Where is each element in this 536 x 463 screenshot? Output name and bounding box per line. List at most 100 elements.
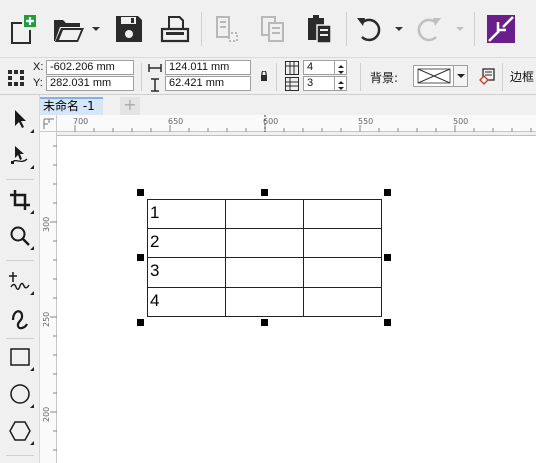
columns-input[interactable]: 4 <box>303 60 335 75</box>
y-position-label: Y: <box>33 77 43 89</box>
table-cell-text[interactable]: 1 <box>150 203 159 223</box>
print-button[interactable] <box>158 10 192 48</box>
save-button[interactable] <box>112 10 146 48</box>
selection-handle-bottom-left[interactable] <box>137 319 144 326</box>
redo-button[interactable] <box>412 10 446 48</box>
artistic-media-icon <box>11 310 28 330</box>
cut-button[interactable] <box>210 10 244 48</box>
width-icon <box>148 64 162 72</box>
flyout-indicator-icon <box>30 129 34 133</box>
rectangle-tool[interactable] <box>4 341 36 373</box>
ruler-number: 650 <box>168 117 184 126</box>
folder-open-icon <box>54 20 84 42</box>
toolbox-separator <box>6 179 34 180</box>
zoom-tool[interactable] <box>4 220 36 252</box>
toolbar-separator <box>201 12 202 46</box>
table-cell-text[interactable]: 4 <box>150 291 159 311</box>
selection-handle-right[interactable] <box>384 254 391 261</box>
lock-ratio-icon[interactable] <box>260 71 268 81</box>
cut-icon <box>216 16 238 42</box>
chevron-down-icon <box>457 74 465 78</box>
main-toolbar <box>0 0 536 58</box>
crop-tool[interactable] <box>4 184 36 216</box>
object-origin-icon[interactable] <box>8 70 24 86</box>
drawing-canvas[interactable]: 1 2 3 4 <box>57 133 536 463</box>
property-separator <box>276 63 277 91</box>
rows-spinner[interactable] <box>335 76 347 91</box>
shape-tool[interactable] <box>4 139 36 171</box>
selection-handle-top-left[interactable] <box>137 189 144 196</box>
new-document-icon <box>11 15 36 44</box>
horizontal-ruler[interactable]: 700 650 600 550 500 <box>40 115 536 132</box>
corel-app-window: X: -602.206 mm Y: 282.031 mm 124.011 mm … <box>0 0 536 463</box>
crop-icon <box>10 190 30 210</box>
copy-button[interactable] <box>256 10 290 48</box>
undo-dropdown-arrow-icon[interactable] <box>395 27 403 31</box>
flyout-indicator-icon <box>30 165 34 169</box>
redo-dropdown-arrow-icon[interactable] <box>456 27 464 31</box>
edit-fill-icon[interactable] <box>478 68 496 86</box>
freehand-pen-icon <box>9 272 30 290</box>
x-position-input[interactable]: -602.206 mm <box>46 60 134 75</box>
border-label: 边框 <box>510 70 535 84</box>
selection-handle-left[interactable] <box>137 254 144 261</box>
document-tab[interactable]: 未命名 -1 <box>40 97 103 115</box>
ruler-number: 600 <box>263 117 279 126</box>
ruler-number: 700 <box>73 117 89 126</box>
flyout-indicator-icon <box>30 404 34 408</box>
toolbox-separator <box>6 260 34 261</box>
table-columns-icon <box>285 61 299 75</box>
property-separator <box>141 63 142 91</box>
selection-handle-top[interactable] <box>261 189 268 196</box>
rows-input[interactable]: 3 <box>303 76 335 91</box>
toolbox-separator <box>6 455 34 456</box>
background-label: 背景: <box>370 71 399 85</box>
toolbox-separator <box>6 338 34 339</box>
document-tab-bar: 未命名 -1 + <box>40 95 536 115</box>
background-dropdown-arrow[interactable] <box>453 66 467 86</box>
no-fill-swatch-icon <box>417 68 451 84</box>
new-document-button[interactable] <box>6 10 40 48</box>
artistic-media-tool[interactable] <box>4 302 36 334</box>
pick-tool[interactable] <box>4 103 36 135</box>
flyout-indicator-icon <box>30 246 34 250</box>
flyout-indicator-icon <box>30 367 34 371</box>
table-cell-text[interactable]: 3 <box>150 261 159 281</box>
ruler-number: 550 <box>358 117 374 126</box>
import-arrows-icon <box>487 15 515 43</box>
property-separator <box>360 63 361 91</box>
height-icon <box>151 78 159 92</box>
selection-handle-bottom-right[interactable] <box>384 319 391 326</box>
selection-handle-top-right[interactable] <box>384 189 391 196</box>
open-dropdown-arrow-icon[interactable] <box>92 27 100 31</box>
new-tab-button[interactable]: + <box>120 97 140 115</box>
freehand-tool[interactable] <box>4 265 36 297</box>
table-cell-text[interactable]: 2 <box>150 232 159 252</box>
width-input[interactable]: 124.011 mm <box>165 60 251 75</box>
background-color-dropdown[interactable] <box>413 65 468 87</box>
vertical-ruler[interactable]: 300 250 200 <box>40 132 57 463</box>
ruler-number: 200 <box>42 406 51 422</box>
print-icon <box>160 16 190 43</box>
x-position-label: X: <box>33 61 44 73</box>
open-button[interactable] <box>52 10 86 48</box>
flyout-indicator-icon <box>30 291 34 295</box>
y-position-input[interactable]: 282.031 mm <box>46 76 134 91</box>
polygon-tool[interactable] <box>4 415 36 447</box>
paste-button[interactable] <box>302 10 336 48</box>
table-rows-icon <box>285 77 299 91</box>
ruler-number: 250 <box>42 311 51 327</box>
copy-icon <box>261 16 284 42</box>
import-button[interactable] <box>484 10 518 48</box>
save-floppy-icon <box>116 16 142 42</box>
pointer-arrow-icon <box>15 110 26 128</box>
ellipse-icon <box>10 384 30 404</box>
ellipse-tool[interactable] <box>4 378 36 410</box>
ruler-origin-corner[interactable] <box>40 115 57 132</box>
height-input[interactable]: 62.421 mm <box>165 76 251 91</box>
property-separator <box>502 63 503 91</box>
table-object[interactable] <box>57 133 536 463</box>
selection-handle-bottom[interactable] <box>261 319 268 326</box>
undo-button[interactable] <box>352 10 386 48</box>
columns-spinner[interactable] <box>335 60 347 75</box>
